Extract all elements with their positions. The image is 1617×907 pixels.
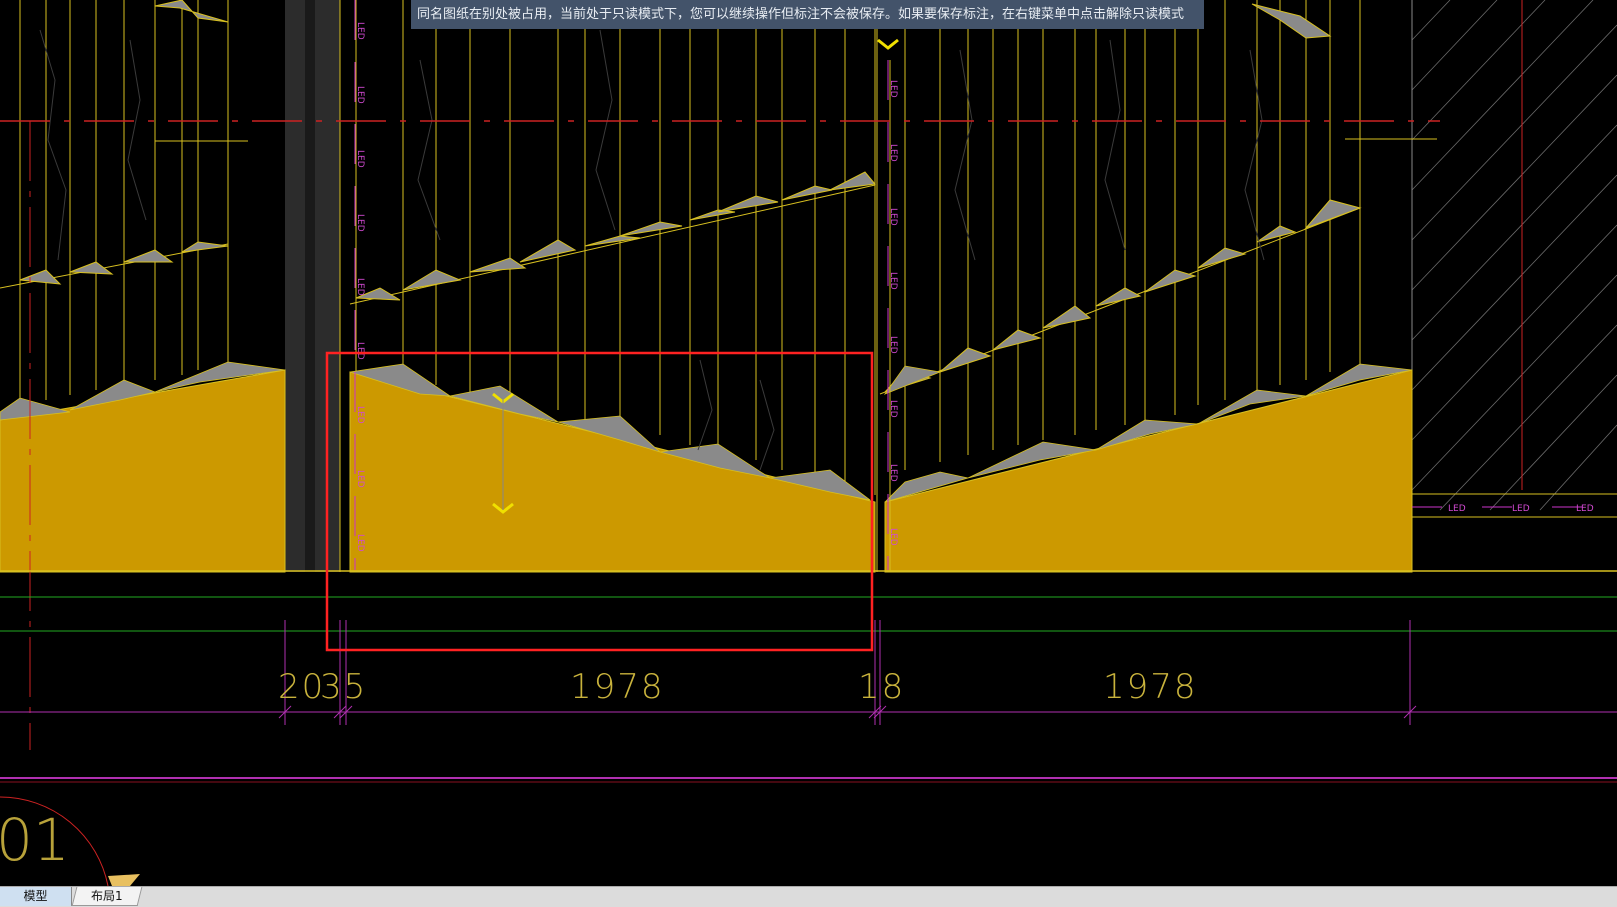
svg-text:LED: LED (355, 342, 365, 360)
svg-text:LED: LED (355, 406, 365, 424)
tab-layout1[interactable]: 布局1 (71, 887, 143, 906)
dimension-label-20: 20 (278, 667, 326, 707)
tab-model[interactable]: 模型 (0, 887, 72, 906)
dimension-label-35: 35 (320, 667, 368, 707)
cad-drawing-canvas[interactable]: LED LED LED LED LED LED LED LED LED LED … (0, 0, 1617, 886)
svg-text:LED: LED (888, 144, 898, 162)
led-strip-right: LED LED LED (1412, 493, 1617, 518)
left-panel-lines (19, 0, 229, 410)
svg-text:LED: LED (355, 470, 365, 488)
svg-text:LED: LED (888, 336, 898, 354)
right-panel-lines (904, 0, 1361, 470)
svg-text:LED: LED (355, 534, 365, 552)
svg-text:LED: LED (355, 22, 365, 40)
svg-text:LED: LED (888, 272, 898, 290)
svg-text:LED: LED (1448, 504, 1466, 514)
svg-text:LED: LED (355, 214, 365, 232)
svg-text:LED: LED (1576, 504, 1594, 514)
svg-text:LED: LED (888, 464, 898, 482)
svg-text:LED: LED (888, 208, 898, 226)
dimension-label-1978-left: 1978 (570, 667, 665, 707)
dimension-label-18: 18 (858, 667, 906, 707)
layout-tab-bar: 模型 布局1 (0, 886, 1617, 907)
svg-text:LED: LED (355, 150, 365, 168)
svg-text:LED: LED (888, 528, 898, 546)
led-strip-left: LED LED LED LED LED LED LED LED LED (354, 0, 365, 570)
svg-text:LED: LED (1512, 504, 1530, 514)
svg-text:LED: LED (888, 400, 898, 418)
wall-fill (0, 369, 1413, 573)
svg-text:LED: LED (355, 86, 365, 104)
svg-text:LED: LED (888, 80, 898, 98)
hatch-pattern (1411, 0, 1617, 511)
section-number: 01 (0, 806, 70, 874)
dimension-label-1978-right: 1978 (1103, 667, 1198, 707)
svg-text:LED: LED (355, 278, 365, 296)
read-only-notice-banner: 同名图纸在别处被占用，当前处于只读模式下，您可以继续操作但标注不会被保存。如果要… (411, 0, 1204, 29)
dimension-line (0, 620, 1617, 725)
